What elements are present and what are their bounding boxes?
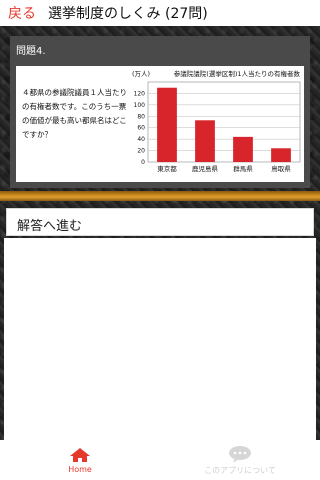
- chart-y-axis-label: (万人): [132, 70, 150, 78]
- content-area: [4, 238, 316, 440]
- back-button[interactable]: 戻る: [0, 3, 44, 23]
- chart-category-label: 鹿児島県: [192, 164, 219, 173]
- chart-title: 参議院議院(選挙区制)1人当たりの有権者数: [174, 69, 301, 78]
- chart-bar: [233, 136, 253, 162]
- chart-bar: [271, 148, 291, 162]
- chart-y-tick-label: 60: [137, 125, 145, 132]
- go-to-answer-button[interactable]: 解答へ進む: [6, 208, 314, 236]
- chart-y-tick-label: 80: [137, 113, 145, 120]
- nav-about-label: このアプリについて: [204, 465, 276, 475]
- chart-y-tick-label: 100: [134, 102, 146, 109]
- chat-bubble-icon: [229, 445, 251, 463]
- chart-y-tick-label: 20: [137, 148, 145, 155]
- nav-home-label: Home: [68, 464, 92, 474]
- chart-bars: [157, 87, 291, 162]
- home-icon: [70, 447, 90, 462]
- chart-y-tick-label: 120: [134, 90, 146, 97]
- question-card: ４都県の参議院議員１人当たりの有権者数です。このうち一票の価値が最も高い都県名は…: [16, 66, 304, 182]
- wooden-divider: [0, 191, 320, 201]
- question-text: ４都県の参議院議員１人当たりの有権者数です。このうち一票の価値が最も高い都県名は…: [22, 88, 127, 139]
- chart-category-label: 群馬県: [233, 164, 253, 173]
- page-title: 選挙制度のしくみ (27問): [48, 6, 208, 22]
- chart-category-label: 東京都: [157, 164, 177, 173]
- chart-category-labels: 東京都 鹿児島県 群馬県 鳥取県: [157, 164, 291, 173]
- top-bar: 戻る 選挙制度のしくみ (27問): [0, 0, 320, 26]
- chart-bar: [195, 120, 215, 162]
- question-panel: 問題4. ４都県の参議院議員１人当たりの有権者数です。このうち一票の価値が最も高…: [10, 36, 310, 188]
- chart-y-tick-label: 0: [141, 159, 145, 166]
- nav-about-app[interactable]: このアプリについて: [160, 440, 320, 480]
- question-number: 問題4.: [16, 46, 46, 57]
- nav-home[interactable]: Home: [0, 440, 160, 480]
- chart-y-tick-label: 40: [137, 136, 145, 143]
- chart-category-label: 鳥取県: [271, 164, 291, 173]
- bar-chart: 参議院議院(選挙区制)1人当たりの有権者数 (万人) 0 20 40 60 80 100 1…: [132, 69, 301, 173]
- chart-bar: [157, 87, 177, 162]
- bottom-nav: Home このアプリについて: [0, 440, 320, 480]
